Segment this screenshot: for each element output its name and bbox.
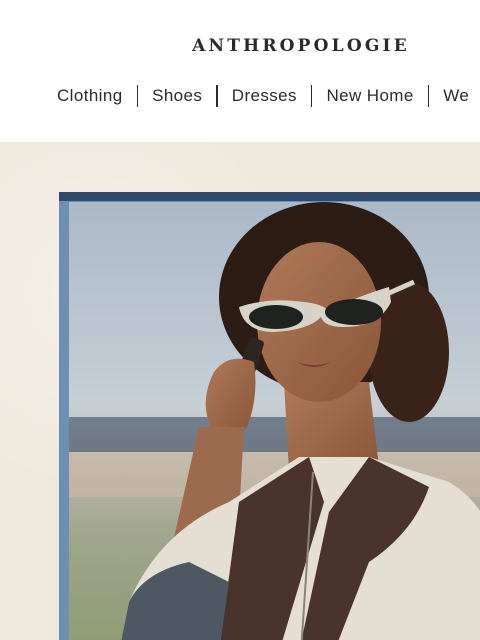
nav-item-dresses[interactable]: Dresses [232, 86, 297, 106]
nav-item-shoes[interactable]: Shoes [152, 86, 202, 106]
nav-item-new-home[interactable]: New Home [326, 86, 413, 106]
nav-divider [216, 85, 218, 107]
main-nav: Clothing Shoes Dresses New Home We [57, 83, 469, 109]
nav-item-clothing[interactable]: Clothing [57, 86, 123, 106]
nav-item-partial[interactable]: We [443, 86, 469, 106]
nav-divider [136, 85, 139, 107]
photo-frame-top-bar [59, 192, 480, 201]
nav-divider [310, 85, 313, 107]
nav-divider [427, 85, 430, 107]
model-photo[interactable] [69, 202, 480, 640]
hero-banner[interactable] [0, 142, 480, 640]
brand-logo[interactable]: ANTHROPOLOGIE [0, 36, 480, 56]
model-photo-illustration [69, 202, 480, 640]
photo-frame [59, 192, 480, 640]
site-header: ANTHROPOLOGIE Clothing Shoes Dresses New… [0, 0, 480, 142]
